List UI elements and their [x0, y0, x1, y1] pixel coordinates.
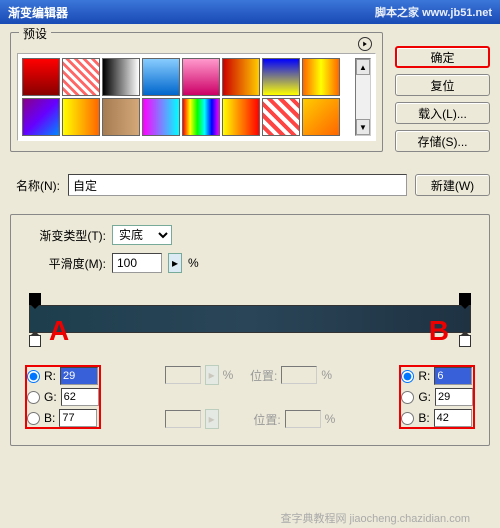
- r-right-input[interactable]: [434, 367, 472, 385]
- gradient-section: 渐变类型(T): 实底 平滑度(M): ▸ % A B: [10, 214, 490, 446]
- g-left-radio[interactable]: [27, 391, 40, 404]
- swatch-4[interactable]: [182, 58, 220, 96]
- presets-group: 预设 ▲ ▼: [10, 32, 383, 152]
- color-field: [165, 410, 201, 428]
- opacity-stop-left[interactable]: [29, 293, 41, 305]
- swatch-10[interactable]: [102, 98, 140, 136]
- reset-button[interactable]: 复位: [395, 74, 490, 96]
- smoothness-input[interactable]: [112, 253, 162, 273]
- swatch-12[interactable]: [182, 98, 220, 136]
- load-button[interactable]: 载入(L)...: [395, 102, 490, 124]
- swatch-2[interactable]: [102, 58, 140, 96]
- swatch-6[interactable]: [262, 58, 300, 96]
- color-loc-field: [285, 410, 321, 428]
- swatch-8[interactable]: [22, 98, 60, 136]
- name-input[interactable]: [68, 174, 407, 196]
- swatch-15[interactable]: [302, 98, 340, 136]
- watermark-text: 脚本之家 www.jb51.net: [375, 4, 492, 20]
- ok-button[interactable]: 确定: [395, 46, 490, 68]
- b-right-input[interactable]: [434, 409, 472, 427]
- mid-controls: ▸%位置:% ▸位置:%: [165, 365, 336, 429]
- gradient-preview-bar[interactable]: [29, 305, 471, 333]
- disabled-stepper-2: ▸: [205, 409, 219, 429]
- marker-b: B: [429, 315, 449, 347]
- scroll-up-button[interactable]: ▲: [356, 59, 370, 75]
- r-right-radio[interactable]: [401, 370, 414, 383]
- footer-watermark: 查字典教程网 jiaocheng.chazidian.com: [280, 510, 470, 526]
- window-title: 渐变编辑器: [8, 4, 68, 21]
- swatch-13[interactable]: [222, 98, 260, 136]
- disabled-stepper: ▸: [205, 365, 219, 385]
- swatch-1[interactable]: [62, 58, 100, 96]
- save-button[interactable]: 存储(S)...: [395, 130, 490, 152]
- opacity-stop-right[interactable]: [459, 293, 471, 305]
- opacity-field: [165, 366, 201, 384]
- g-left-input[interactable]: [61, 388, 99, 406]
- presets-label: 预设: [19, 25, 51, 42]
- swatch-11[interactable]: [142, 98, 180, 136]
- swatch-7[interactable]: [302, 58, 340, 96]
- rgb-left-group: R: G: B:: [25, 365, 101, 429]
- opacity-loc-field: [281, 366, 317, 384]
- g-right-radio[interactable]: [401, 391, 414, 404]
- swatch-9[interactable]: [62, 98, 100, 136]
- color-stop-right[interactable]: [459, 335, 471, 347]
- smoothness-stepper[interactable]: ▸: [168, 253, 182, 273]
- b-left-input[interactable]: [59, 409, 97, 427]
- swatches-box: ▲ ▼: [17, 53, 376, 141]
- gradient-bar-area: A B: [21, 281, 479, 359]
- color-stop-left[interactable]: [29, 335, 41, 347]
- name-label: 名称(N):: [10, 177, 60, 194]
- scrollbar[interactable]: ▲ ▼: [355, 58, 371, 136]
- percent-label: %: [188, 256, 199, 270]
- b-left-radio[interactable]: [27, 412, 40, 425]
- presets-menu-button[interactable]: [358, 37, 372, 51]
- r-left-radio[interactable]: [27, 370, 40, 383]
- swatch-5[interactable]: [222, 58, 260, 96]
- rgb-right-group: R: G: B:: [399, 365, 475, 429]
- swatch-3[interactable]: [142, 58, 180, 96]
- marker-a: A: [49, 315, 69, 347]
- swatch-0[interactable]: [22, 58, 60, 96]
- gradient-type-select[interactable]: 实底: [112, 225, 172, 245]
- r-left-input[interactable]: [60, 367, 98, 385]
- title-bar: 渐变编辑器 脚本之家 www.jb51.net: [0, 0, 500, 24]
- gradient-type-label: 渐变类型(T):: [21, 227, 106, 244]
- b-right-radio[interactable]: [401, 412, 414, 425]
- g-right-input[interactable]: [435, 388, 473, 406]
- new-button[interactable]: 新建(W): [415, 174, 490, 196]
- scroll-down-button[interactable]: ▼: [356, 119, 370, 135]
- triangle-right-icon: [362, 41, 368, 47]
- smoothness-label: 平滑度(M):: [21, 255, 106, 272]
- swatch-14[interactable]: [262, 98, 300, 136]
